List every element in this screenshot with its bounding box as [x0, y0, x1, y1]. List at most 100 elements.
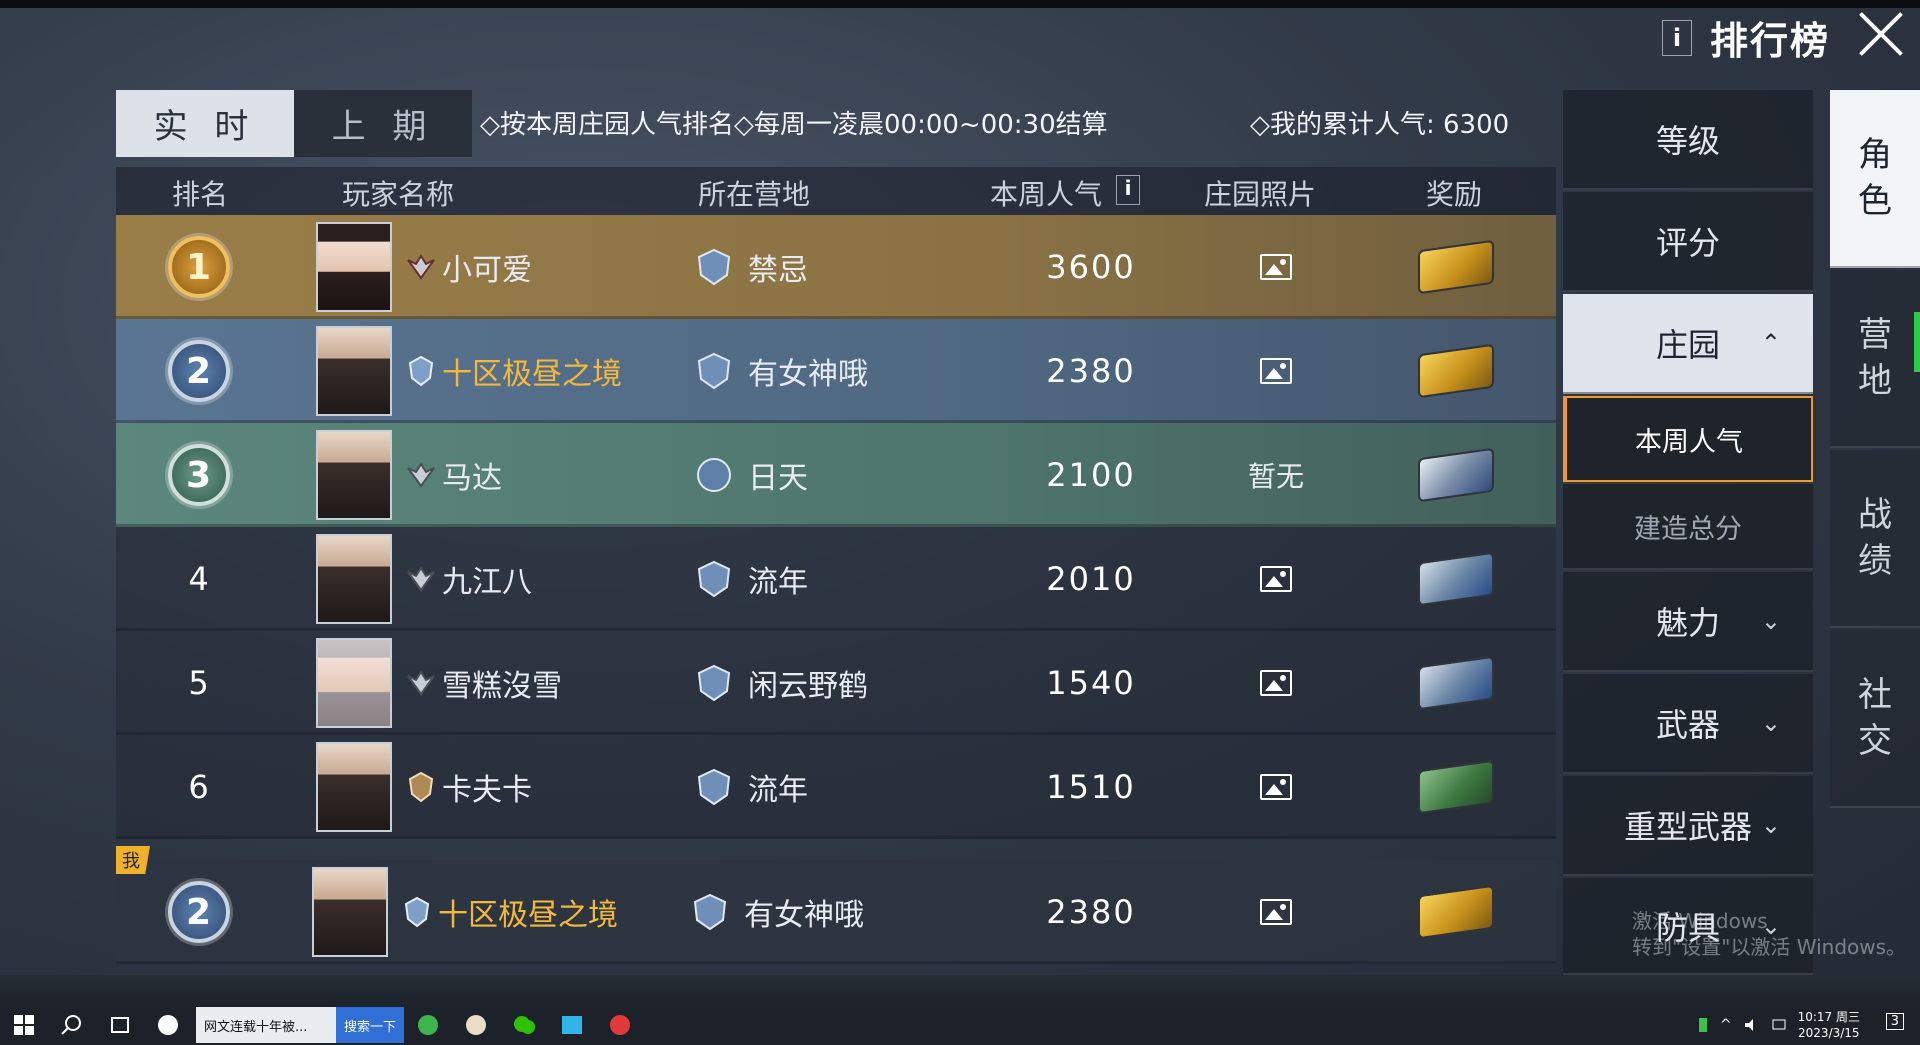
browser-icon[interactable]	[415, 1012, 441, 1038]
image-icon[interactable]	[1260, 254, 1292, 280]
photo-cell[interactable]	[1226, 631, 1326, 735]
game-window: i 排行榜 实 时 上 期 ◇按本周庄园人气排名◇每周一凌晨00:00~00:3…	[0, 0, 1920, 1005]
camp-name: 禁忌	[748, 253, 808, 288]
menu-score[interactable]: 评分	[1563, 192, 1813, 292]
side-tab-role[interactable]: 角 色	[1830, 90, 1920, 268]
table-row[interactable]: 1 小可爱 禁忌 3600	[116, 215, 1556, 319]
image-icon[interactable]	[1260, 566, 1292, 592]
side-tab-camp[interactable]: 营 地	[1830, 270, 1920, 448]
menu-heavy-weapon[interactable]: 重型武器 ⌄	[1563, 776, 1813, 876]
table-row[interactable]: 2 十区极昼之境 有女神哦 2380	[116, 319, 1556, 423]
search-icon[interactable]	[59, 1012, 85, 1038]
penguin-icon[interactable]	[463, 1012, 489, 1038]
image-viewer-icon[interactable]	[559, 1012, 585, 1038]
tab-previous[interactable]: 上 期	[294, 90, 472, 157]
player-name-cell: 小可爱	[404, 215, 532, 319]
my-rank-row[interactable]: 我 2 十区极昼之境 有女神哦 2380	[116, 846, 1556, 964]
menu-label: 建造总分	[1634, 513, 1742, 545]
rank-shield-icon	[408, 771, 434, 803]
game-icon[interactable]	[607, 1012, 633, 1038]
photo-cell[interactable]	[1226, 215, 1326, 319]
avatar[interactable]	[316, 742, 392, 832]
camp-cell: 有女神哦	[694, 319, 868, 423]
gold-chest-icon[interactable]	[1418, 239, 1494, 295]
rank-cell: 2	[116, 319, 281, 423]
rank-number: 4	[188, 560, 209, 598]
avatar[interactable]	[316, 222, 392, 312]
blue-chest-icon[interactable]	[1418, 551, 1494, 607]
reward-cell[interactable]	[1411, 527, 1501, 631]
player-name: 马达	[442, 461, 502, 496]
blue-chest-icon[interactable]	[1418, 655, 1494, 711]
player-name-cell: 雪糕沒雪	[404, 631, 562, 735]
player-name-cell: 十区极昼之境	[404, 319, 622, 423]
info-button[interactable]: i	[1661, 19, 1692, 56]
avatar[interactable]	[316, 638, 392, 728]
popularity-value: 2100	[1046, 456, 1136, 494]
tab-realtime[interactable]: 实 时	[116, 90, 294, 157]
gold-chest-icon[interactable]	[1418, 884, 1494, 940]
activation-watermark: 激活 Windows 转到"设置"以激活 Windows。	[1632, 908, 1906, 960]
scroll-indicator	[1914, 312, 1920, 372]
taskbar-search-button[interactable]: 搜索一下	[336, 1007, 405, 1043]
tray-chevron-up-icon[interactable]: ^	[1720, 1017, 1732, 1033]
notification-badge[interactable]: 3	[1885, 1013, 1904, 1030]
reward-cell[interactable]	[1411, 860, 1501, 964]
photo-cell[interactable]	[1226, 319, 1326, 423]
avatar[interactable]	[316, 430, 392, 520]
table-row[interactable]: 4 九江八 流年 2010	[116, 527, 1556, 631]
avatar[interactable]	[316, 534, 392, 624]
windows-start-icon[interactable]	[11, 1012, 37, 1038]
image-icon[interactable]	[1260, 358, 1292, 384]
side-tab-record[interactable]: 战 绩	[1830, 450, 1920, 628]
popularity-info-button[interactable]: i	[1116, 175, 1140, 205]
network-icon[interactable]	[1770, 1016, 1788, 1034]
avatar[interactable]	[316, 326, 392, 416]
menu-weapon[interactable]: 武器 ⌄	[1563, 674, 1813, 774]
camp-emblem-icon	[697, 768, 731, 806]
table-row[interactable]: 3 马达 日天 2100 暂无	[116, 423, 1556, 527]
app-icon[interactable]	[155, 1012, 181, 1038]
camp-cell: 禁忌	[694, 215, 808, 319]
leaderboard-table: 排名 玩家名称 所在营地 本周人气 i 庄园照片 奖励 1 小可爱 禁忌 360…	[116, 167, 1556, 975]
image-icon[interactable]	[1260, 670, 1292, 696]
menu-level[interactable]: 等级	[1563, 90, 1813, 190]
title-bar: i 排行榜	[1661, 10, 1830, 65]
photo-cell[interactable]	[1226, 527, 1326, 631]
silver-chest-icon[interactable]	[1418, 447, 1494, 503]
submenu-weekly-popularity[interactable]: 本周人气	[1563, 396, 1813, 482]
gold-chest-icon[interactable]	[1418, 343, 1494, 399]
task-view-icon[interactable]	[107, 1012, 133, 1038]
rank-shield-icon	[404, 896, 430, 928]
reward-cell[interactable]	[1411, 423, 1501, 527]
volume-icon[interactable]	[1742, 1016, 1760, 1034]
side-tabs: 角 色 营 地 战 绩 社 交	[1830, 90, 1920, 975]
battery-icon	[1698, 1018, 1707, 1032]
taskbar-browser-window[interactable]: 网文连载十年被...	[196, 1007, 336, 1043]
reward-cell[interactable]	[1411, 319, 1501, 423]
table-row[interactable]: 6 卡夫卡 流年 1510	[116, 735, 1556, 839]
side-tab-social[interactable]: 社 交	[1830, 630, 1920, 808]
side-tab-label: 角 色	[1858, 135, 1892, 221]
popularity-value: 2010	[1046, 560, 1136, 598]
submenu-build-score[interactable]: 建造总分	[1563, 484, 1813, 570]
menu-manor[interactable]: 庄园 ⌃	[1563, 294, 1813, 394]
system-clock[interactable]: 10:17 周三 2023/3/15	[1798, 1009, 1860, 1041]
wechat-icon[interactable]	[511, 1012, 537, 1038]
menu-label: 评分	[1655, 224, 1720, 262]
reward-cell[interactable]	[1411, 215, 1501, 319]
rank-wings-icon	[407, 462, 435, 488]
reward-cell[interactable]	[1411, 735, 1501, 839]
green-chest-icon[interactable]	[1418, 759, 1494, 815]
table-row[interactable]: 5 雪糕沒雪 闲云野鹤 1540	[116, 631, 1556, 735]
menu-charm[interactable]: 魅力 ⌄	[1563, 572, 1813, 672]
close-icon[interactable]	[1856, 10, 1906, 60]
avatar[interactable]	[312, 867, 388, 957]
player-name-cell: 九江八	[404, 527, 532, 631]
reward-cell[interactable]	[1411, 631, 1501, 735]
photo-cell[interactable]	[1226, 735, 1326, 839]
photo-cell[interactable]	[1226, 860, 1326, 964]
image-icon[interactable]	[1260, 899, 1292, 925]
camp-emblem-icon	[697, 248, 731, 286]
image-icon[interactable]	[1260, 774, 1292, 800]
